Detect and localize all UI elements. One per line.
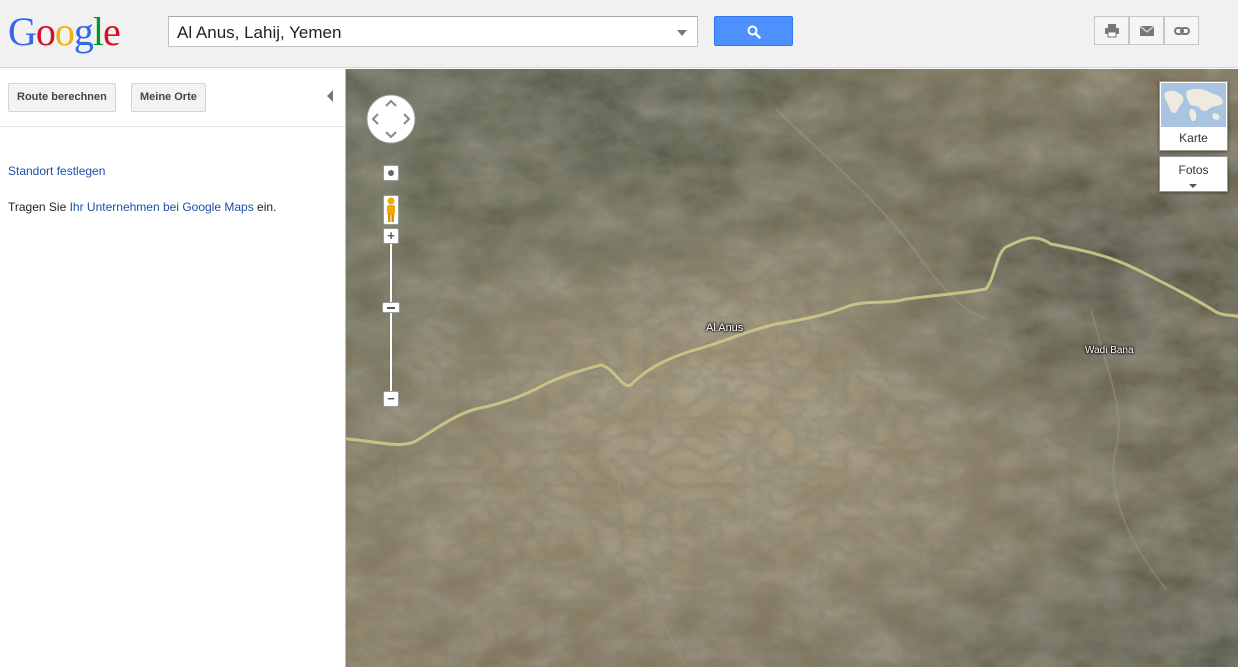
side-panel: Route berechnen Meine Orte Standort fest… — [0, 69, 345, 667]
logo-letter: G — [8, 9, 37, 54]
add-business-link[interactable]: Ihr Unternehmen bei Google Maps — [70, 200, 254, 214]
satellite-map[interactable]: Al Anus Wadi Bana + − Karte Fotos — [345, 69, 1238, 667]
search-icon — [747, 25, 761, 39]
town-label[interactable]: Al Anus — [706, 322, 743, 334]
add-business-suffix: ein. — [253, 200, 277, 214]
route-button[interactable]: Route berechnen — [8, 83, 116, 112]
mail-icon — [1139, 25, 1155, 36]
search-input-value[interactable]: Al Anus, Lahij, Yemen — [177, 23, 341, 43]
zoom-in-button[interactable]: + — [383, 228, 399, 244]
collapse-panel-icon[interactable] — [327, 90, 333, 102]
chevron-down-icon[interactable] — [1189, 184, 1197, 188]
map-type-karte-button[interactable]: Karte — [1159, 81, 1228, 151]
my-location-button[interactable] — [383, 165, 399, 181]
satellite-imagery — [346, 69, 1238, 667]
wadi-label[interactable]: Wadi Bana — [1085, 345, 1134, 356]
logo-letter: e — [103, 9, 121, 54]
logo-letter: l — [92, 9, 104, 54]
street-view-pegman-icon[interactable] — [383, 195, 399, 225]
mail-button[interactable] — [1129, 16, 1164, 45]
my-places-button[interactable]: Meine Orte — [131, 83, 206, 112]
pan-control[interactable] — [366, 94, 416, 144]
print-button[interactable] — [1094, 16, 1129, 45]
map-type-karte-label: Karte — [1179, 131, 1208, 145]
search-button[interactable] — [714, 16, 793, 46]
logo-letter: o — [35, 9, 56, 54]
chevron-down-icon[interactable] — [677, 30, 687, 36]
map-type-fotos-button[interactable]: Fotos — [1159, 156, 1228, 192]
search-input[interactable]: Al Anus, Lahij, Yemen — [168, 16, 698, 47]
header: Google Al Anus, Lahij, Yemen — [0, 0, 1238, 68]
link-icon — [1174, 27, 1190, 35]
zoom-slider-thumb[interactable] — [382, 302, 400, 313]
world-map-thumbnail — [1161, 83, 1226, 127]
divider — [0, 126, 345, 127]
link-button[interactable] — [1164, 16, 1199, 45]
logo-letter: o — [54, 9, 75, 54]
add-business-text: Tragen Sie Ihr Unternehmen bei Google Ma… — [8, 200, 276, 214]
add-business-prefix: Tragen Sie — [8, 200, 70, 214]
logo-letter: g — [73, 9, 94, 54]
set-location-link[interactable]: Standort festlegen — [8, 164, 105, 178]
zoom-out-button[interactable]: − — [383, 391, 399, 407]
zoom-slider-track[interactable] — [390, 244, 392, 400]
map-type-fotos-label: Fotos — [1178, 163, 1209, 177]
print-icon — [1105, 24, 1119, 38]
google-logo[interactable]: Google — [8, 9, 121, 54]
